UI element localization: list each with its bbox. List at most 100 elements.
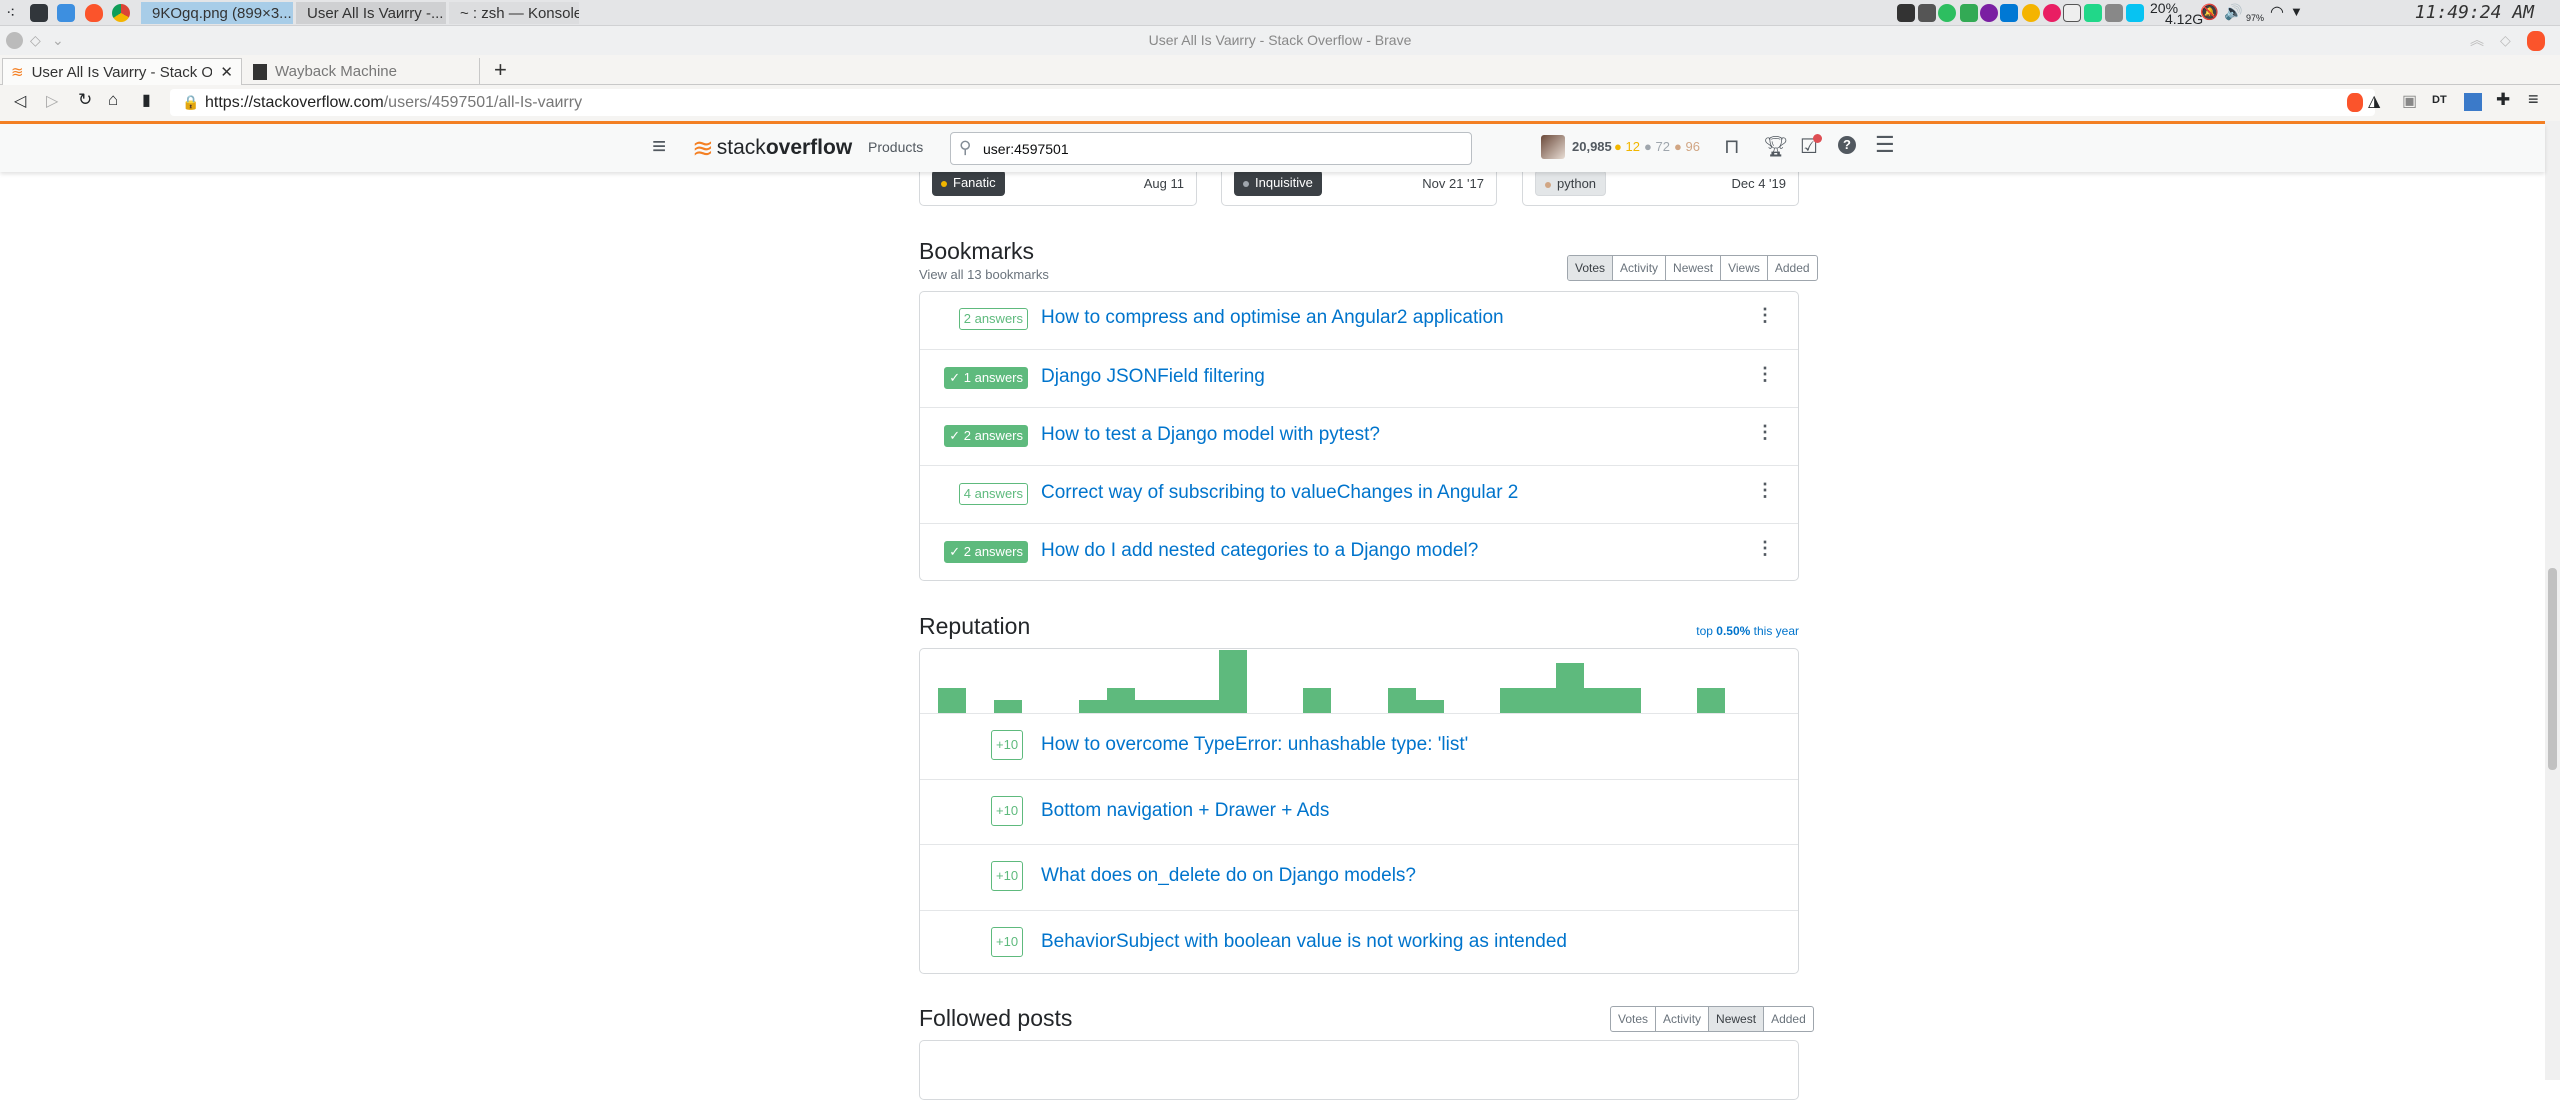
sort-activity[interactable]: Activity bbox=[1612, 256, 1665, 280]
sort-votes[interactable]: Votes bbox=[1568, 256, 1613, 280]
sort-activity[interactable]: Activity bbox=[1655, 1007, 1708, 1031]
clock[interactable]: 11:49:24 AM bbox=[2415, 2, 2534, 23]
brave-shields-icon[interactable] bbox=[2347, 93, 2363, 112]
reputation-bar[interactable] bbox=[1500, 687, 1529, 713]
sublime-tray-icon[interactable] bbox=[1897, 4, 1915, 22]
app-launcher-icon[interactable]: ⁖ bbox=[6, 3, 15, 23]
site-switcher-icon[interactable]: ☰ bbox=[1875, 132, 1895, 158]
sort-added[interactable]: Added bbox=[1766, 256, 1817, 280]
top-percent-link[interactable]: top 0.50% this year bbox=[1696, 624, 1799, 638]
back-icon[interactable]: ◁ bbox=[14, 91, 26, 111]
reload-icon[interactable]: ↻ bbox=[78, 90, 92, 110]
so-logo[interactable]: ≋ stack overflow bbox=[692, 132, 852, 164]
more-options-icon[interactable]: ⋮ bbox=[1756, 305, 1774, 326]
keep-above-icon[interactable]: ◇ bbox=[30, 26, 41, 55]
sort-newest[interactable]: Newest bbox=[1708, 1007, 1764, 1031]
taskbar-app-konsole[interactable]: ~ : zsh — Konsole bbox=[449, 2, 579, 24]
inbox-icon[interactable]: ⊓ bbox=[1724, 134, 1740, 159]
new-tab-button[interactable]: + bbox=[494, 57, 507, 83]
reputation-bar[interactable] bbox=[1696, 687, 1725, 713]
camera-extension-icon[interactable]: ▣ bbox=[2402, 91, 2417, 111]
taskbar-app-image[interactable]: 9KOgq.png (899×3... bbox=[141, 2, 293, 24]
reputation-bar[interactable] bbox=[1078, 700, 1107, 713]
maximize-icon[interactable]: ︽ bbox=[2470, 26, 2484, 55]
menu-down-icon[interactable]: ⌄ bbox=[52, 26, 64, 55]
tray-expand-icon[interactable]: ▼ bbox=[2290, 4, 2303, 19]
dt-extension-icon[interactable]: DT bbox=[2432, 94, 2447, 106]
reputation-bar[interactable] bbox=[1556, 662, 1585, 713]
reputation-bar[interactable] bbox=[1106, 687, 1135, 713]
question-link[interactable]: Correct way of subscribing to valueChang… bbox=[1041, 482, 1518, 504]
android-studio-tray-icon[interactable] bbox=[2022, 4, 2040, 22]
tab-wayback[interactable]: Wayback Machine bbox=[245, 58, 480, 85]
sort-newest[interactable]: Newest bbox=[1665, 256, 1720, 280]
pin-icon[interactable]: ◇ bbox=[2500, 26, 2511, 55]
screenshot-tray-icon[interactable] bbox=[2105, 4, 2123, 22]
reputation-count[interactable]: 20,985 bbox=[1572, 139, 1612, 154]
reputation-bar[interactable] bbox=[1134, 700, 1163, 713]
view-all-bookmarks-link[interactable]: View all 13 bookmarks bbox=[919, 267, 1049, 282]
evernote-tray-icon[interactable] bbox=[1938, 4, 1956, 22]
tor-tray-icon[interactable] bbox=[1980, 4, 1998, 22]
files-launcher-icon[interactable] bbox=[57, 4, 75, 22]
url-input[interactable]: 🔒 https://stackoverflow.com/users/459750… bbox=[170, 89, 2375, 116]
pycharm-tray-icon[interactable] bbox=[2084, 4, 2102, 22]
reputation-bar[interactable] bbox=[1584, 687, 1613, 713]
wifi-icon[interactable]: ◠ bbox=[2270, 2, 2284, 22]
search-input[interactable]: ⚲ user:4597501 bbox=[950, 132, 1472, 165]
more-options-icon[interactable]: ⋮ bbox=[1756, 480, 1774, 501]
reputation-bar[interactable] bbox=[994, 700, 1023, 713]
reputation-bar[interactable] bbox=[938, 687, 967, 713]
calculator-tray-icon[interactable] bbox=[1918, 4, 1936, 22]
forward-icon[interactable]: ▷ bbox=[46, 91, 58, 111]
products-link[interactable]: Products bbox=[868, 139, 923, 155]
reputation-bar[interactable] bbox=[1303, 687, 1332, 713]
question-link[interactable]: What does on_delete do on Django models? bbox=[1041, 865, 1416, 887]
reputation-bar[interactable] bbox=[1612, 687, 1641, 713]
reputation-bar[interactable] bbox=[1387, 687, 1416, 713]
reputation-bar[interactable] bbox=[1162, 700, 1191, 713]
home-icon[interactable]: ⌂ bbox=[108, 90, 118, 110]
sort-votes[interactable]: Votes bbox=[1611, 1007, 1655, 1031]
badge-tag[interactable]: python bbox=[1535, 170, 1607, 196]
question-link[interactable]: BehaviorSubject with boolean value is no… bbox=[1041, 931, 1567, 953]
notifications-muted-icon[interactable]: 🔕 bbox=[2200, 3, 2219, 21]
chrome-launcher-icon[interactable] bbox=[112, 4, 130, 22]
reputation-bar[interactable] bbox=[1528, 687, 1557, 713]
badge-tag[interactable]: Fanatic bbox=[932, 170, 1005, 196]
bookmark-icon[interactable]: ▮ bbox=[142, 90, 151, 110]
question-link[interactable]: How to overcome TypeError: unhashable ty… bbox=[1041, 734, 1468, 756]
terminal-launcher-icon[interactable] bbox=[30, 4, 48, 22]
taskbar-app-browser[interactable]: User All Is Vaиrry -... bbox=[296, 2, 446, 24]
achievements-trophy-icon[interactable]: 🏆︎ bbox=[1763, 134, 1788, 159]
tab-stackoverflow[interactable]: ≋ User All Is Vaиrry - Stack Overfl ✕ bbox=[2, 58, 242, 85]
notes-tray-icon[interactable] bbox=[2063, 4, 2081, 22]
hamburger-icon[interactable]: ≡ bbox=[652, 133, 666, 161]
webstorm-tray-icon[interactable] bbox=[2126, 4, 2144, 22]
more-options-icon[interactable]: ⋮ bbox=[1756, 364, 1774, 385]
volume-icon[interactable]: 🔊 bbox=[2224, 3, 2243, 21]
extensions-puzzle-icon[interactable]: ✚ bbox=[2496, 90, 2510, 110]
question-link[interactable]: How to test a Django model with pytest? bbox=[1041, 424, 1380, 446]
vscode-tray-icon[interactable] bbox=[2000, 4, 2018, 22]
more-options-icon[interactable]: ⋮ bbox=[1756, 538, 1774, 559]
extension-icon[interactable]: ◮ bbox=[2368, 91, 2380, 111]
close-tab-icon[interactable]: ✕ bbox=[220, 63, 233, 81]
avatar[interactable] bbox=[1541, 135, 1565, 159]
menu-icon[interactable]: ≡ bbox=[2528, 89, 2539, 110]
brave-launcher-icon[interactable] bbox=[85, 4, 103, 22]
app-tray-icon[interactable] bbox=[2043, 4, 2061, 22]
battery-level[interactable]: 97% bbox=[2246, 13, 2264, 23]
scrollbar-thumb[interactable] bbox=[2548, 568, 2557, 770]
more-options-icon[interactable]: ⋮ bbox=[1756, 422, 1774, 443]
badge-tag[interactable]: Inquisitive bbox=[1234, 170, 1322, 196]
reputation-chart[interactable] bbox=[920, 649, 1798, 713]
monitor-tray-icon[interactable] bbox=[1960, 4, 1978, 22]
close-window-icon[interactable] bbox=[6, 32, 23, 49]
css-extension-icon[interactable] bbox=[2464, 93, 2482, 111]
question-link[interactable]: Django JSONField filtering bbox=[1041, 366, 1265, 388]
question-link[interactable]: How to compress and optimise an Angular2… bbox=[1041, 307, 1504, 329]
question-link[interactable]: Bottom navigation + Drawer + Ads bbox=[1041, 800, 1329, 822]
reputation-bar[interactable] bbox=[1219, 650, 1248, 713]
question-link[interactable]: How do I add nested categories to a Djan… bbox=[1041, 540, 1478, 562]
